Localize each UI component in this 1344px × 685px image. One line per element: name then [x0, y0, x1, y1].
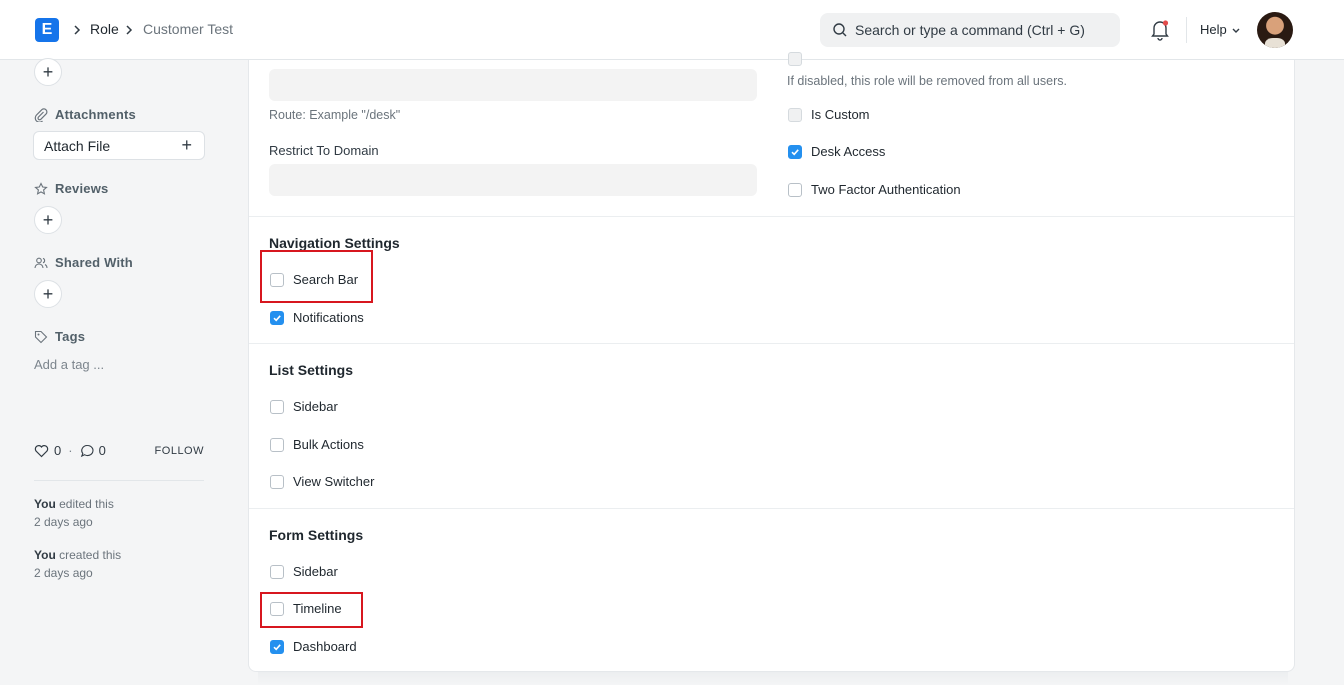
activity-actor: You	[34, 548, 56, 562]
help-label: Help	[1200, 22, 1227, 37]
checkbox-label: Desk Access	[811, 144, 886, 159]
highlight-box	[260, 592, 363, 628]
card-shadow	[258, 672, 1288, 685]
section-title-list: List Settings	[269, 362, 354, 378]
checkbox-desk-access[interactable]: Desk Access	[788, 144, 885, 159]
tag-icon	[34, 330, 48, 343]
checkbox-box[interactable]	[270, 310, 284, 325]
checkbox-label: Sidebar	[293, 399, 338, 414]
breadcrumb-role[interactable]: Role	[90, 21, 119, 37]
attach-file-label: Attach File	[44, 138, 111, 154]
like-comment-follow-bar: 0 · 0 FOLLOW	[34, 443, 204, 458]
tags-heading: Tags	[34, 329, 85, 344]
checkbox-is-custom[interactable]: Is Custom	[788, 107, 870, 122]
comments-count: 0	[98, 443, 106, 458]
checkbox-box[interactable]	[270, 437, 284, 452]
section-title-navigation: Navigation Settings	[269, 235, 400, 251]
activity-time: 2 days ago	[34, 566, 93, 580]
checkbox-form-sidebar[interactable]: Sidebar	[270, 564, 338, 579]
attach-file-button[interactable]: Attach File +	[33, 131, 205, 160]
user-avatar[interactable]	[1257, 12, 1293, 48]
chevron-right-icon	[74, 25, 81, 35]
checkbox-label: Is Custom	[811, 107, 870, 122]
chevron-right-icon	[126, 25, 133, 35]
likes-count: 0	[54, 443, 62, 458]
section-divider	[249, 343, 1294, 344]
section-divider	[249, 216, 1294, 217]
reviews-label: Reviews	[55, 181, 109, 196]
add-share-button[interactable]: +	[34, 280, 62, 308]
chevron-down-icon	[1232, 28, 1240, 33]
route-input[interactable]	[269, 69, 757, 101]
form-card: Route: Example "/desk" Restrict To Domai…	[248, 52, 1295, 672]
checkbox-box[interactable]	[270, 474, 284, 489]
sidebar-divider	[34, 480, 204, 481]
checkbox-label: Bulk Actions	[293, 437, 364, 452]
search-icon	[833, 23, 847, 37]
activity-actor: You	[34, 497, 56, 511]
checkbox-box[interactable]	[788, 144, 802, 159]
checkmark-icon	[273, 314, 281, 321]
navbar: E Role Customer Test Search or type a co…	[0, 0, 1344, 60]
app-logo[interactable]: E	[35, 18, 59, 42]
search-input[interactable]: Search or type a command (Ctrl + G)	[820, 13, 1120, 47]
breadcrumb-document[interactable]: Customer Test	[143, 21, 233, 37]
disabled-checkbox[interactable]	[788, 52, 802, 66]
navbar-divider	[1186, 17, 1187, 43]
shared-with-heading: Shared With	[34, 255, 133, 270]
route-hint: Route: Example "/desk"	[269, 108, 401, 122]
section-title-form: Form Settings	[269, 527, 364, 543]
attachments-label: Attachments	[55, 107, 136, 122]
activity-time: 2 days ago	[34, 515, 93, 529]
tags-label: Tags	[55, 329, 86, 344]
restrict-domain-label: Restrict To Domain	[269, 143, 379, 158]
plus-icon: +	[181, 135, 192, 155]
highlight-box	[260, 250, 373, 303]
checkbox-view-switcher[interactable]: View Switcher	[270, 474, 374, 489]
checkbox-box[interactable]	[270, 399, 284, 414]
comment-icon[interactable]	[80, 444, 95, 458]
search-placeholder: Search or type a command (Ctrl + G)	[855, 22, 1085, 38]
checkbox-label: Two Factor Authentication	[811, 182, 961, 197]
checkmark-icon	[791, 148, 799, 155]
add-assignment-button[interactable]: +	[34, 58, 62, 86]
checkbox-two-factor-auth[interactable]: Two Factor Authentication	[788, 182, 961, 197]
checkbox-label: Sidebar	[293, 564, 338, 579]
checkbox-box[interactable]	[270, 564, 284, 579]
restrict-domain-input[interactable]	[269, 164, 757, 196]
paperclip-icon	[34, 107, 48, 122]
checkbox-dashboard[interactable]: Dashboard	[270, 639, 357, 654]
checkbox-box[interactable]	[270, 639, 284, 654]
add-tag-input[interactable]: Add a tag ...	[34, 357, 104, 372]
users-icon	[34, 257, 48, 268]
checkbox-label: View Switcher	[293, 474, 375, 489]
checkbox-notifications[interactable]: Notifications	[270, 310, 364, 325]
notification-bell-icon[interactable]	[1150, 19, 1170, 41]
checkbox-label: Notifications	[293, 310, 364, 325]
activity-item: You created this 2 days ago	[34, 546, 121, 582]
follow-button[interactable]: FOLLOW	[155, 445, 204, 457]
checkmark-icon	[273, 643, 281, 650]
help-dropdown[interactable]: Help	[1200, 22, 1241, 37]
checkbox-box[interactable]	[788, 107, 802, 122]
checkbox-list-sidebar[interactable]: Sidebar	[270, 399, 338, 414]
section-divider	[249, 508, 1294, 509]
add-review-button[interactable]: +	[34, 206, 62, 234]
activity-item: You edited this 2 days ago	[34, 495, 114, 531]
shared-with-label: Shared With	[55, 255, 133, 270]
reviews-heading: Reviews	[34, 181, 108, 196]
heart-icon[interactable]	[34, 444, 49, 458]
star-icon	[34, 181, 48, 195]
activity-action: edited this	[59, 497, 114, 511]
checkbox-label: Dashboard	[293, 639, 357, 654]
checkbox-bulk-actions[interactable]: Bulk Actions	[270, 437, 364, 452]
activity-action: created this	[59, 548, 122, 562]
disabled-hint: If disabled, this role will be removed f…	[787, 74, 1067, 88]
attachments-heading: Attachments	[34, 107, 136, 122]
separator-dot: ·	[68, 443, 73, 458]
checkbox-box[interactable]	[788, 182, 802, 197]
